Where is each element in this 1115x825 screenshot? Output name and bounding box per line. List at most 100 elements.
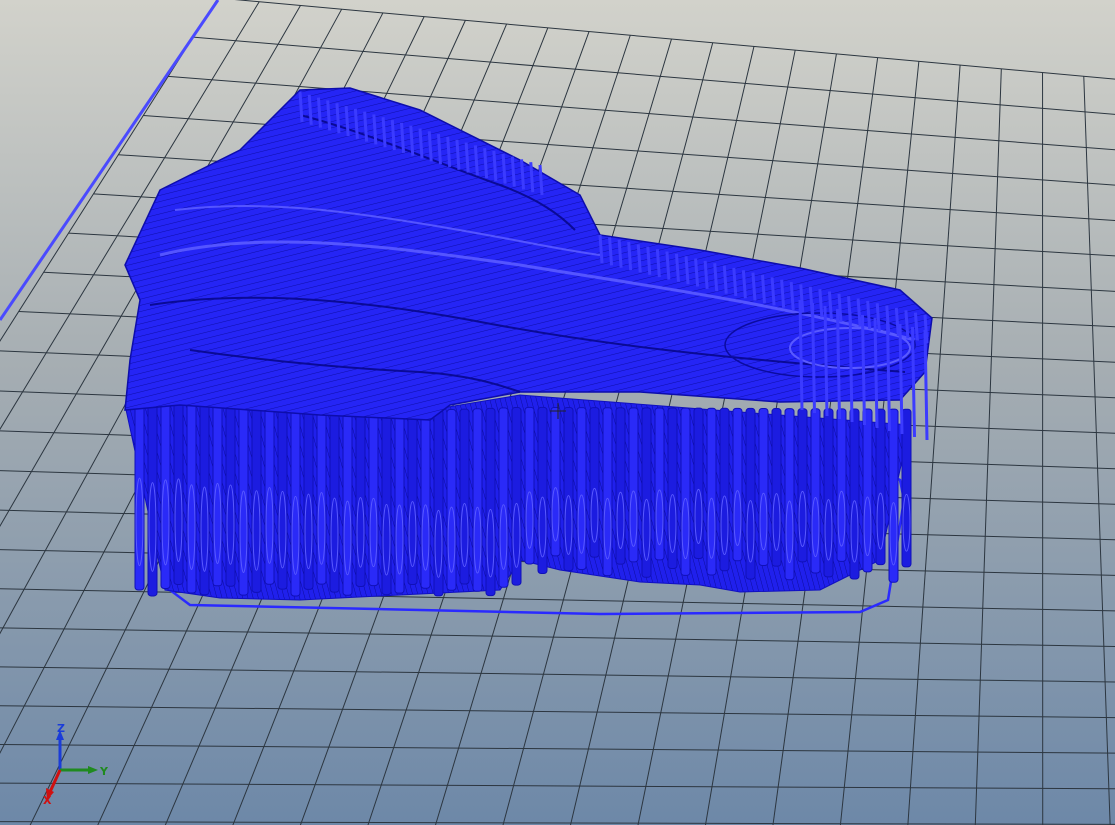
toolpath-rib (602, 407, 613, 577)
y-axis-label: Y (99, 765, 109, 778)
toolpath-rib (407, 403, 418, 586)
toolpath-fence-post (636, 244, 642, 273)
toolpath-fence-post (684, 256, 690, 285)
toolpath-fence-post (446, 136, 452, 168)
toolpath-fence-post (436, 134, 442, 165)
toolpath-fence-post (335, 103, 341, 134)
scene-canvas[interactable]: Z Y X (0, 0, 1115, 825)
toolpath-fence-post (598, 234, 604, 264)
toolpath-rib (680, 407, 691, 576)
toolpath-rib (667, 407, 678, 569)
toolpath-fence-post (427, 131, 433, 162)
toolpath-fence-post (363, 111, 369, 142)
toolpath-fence-post (811, 302, 816, 414)
toolpath-fence-post (400, 122, 406, 153)
toolpath-fence-post (818, 289, 824, 318)
toolpath-fence-post (538, 164, 544, 196)
toolpath-rib (420, 406, 431, 589)
toolpath-fence-post (665, 251, 671, 280)
toolpath-fence-post (722, 265, 728, 294)
toolpath-fence-post (529, 162, 535, 193)
toolpath-fence-post (344, 105, 350, 137)
toolpath-fence-post (617, 239, 623, 268)
toolpath-fence-post (911, 326, 916, 438)
toolpath-fence-post (713, 263, 719, 292)
toolpath-fence-post (608, 237, 614, 266)
toolpath-fence-post (798, 299, 804, 411)
toolpath-fence-post (326, 100, 332, 131)
toolpath-fence-post (464, 142, 470, 173)
toolpath-fence-post (381, 117, 387, 148)
toolpath-rib (823, 408, 834, 578)
toolpath-rib (459, 408, 470, 585)
toolpath-fence-post (655, 249, 661, 278)
toolpath-fence-post (904, 310, 910, 339)
toolpath-fence-post (483, 148, 489, 179)
x-axis-label: X (43, 794, 52, 807)
z-axis-label: Z (57, 722, 65, 735)
toolpath-fence-post (923, 329, 929, 441)
toolpath-rib (719, 407, 730, 572)
toolpath-rib (498, 407, 509, 588)
toolpath-rib (771, 408, 782, 567)
toolpath-fence-post (316, 97, 322, 128)
toolpath-rib (862, 408, 873, 573)
toolpath-rib (758, 407, 769, 566)
toolpath-fence-post (873, 317, 879, 429)
toolpath-fence-post (770, 277, 776, 306)
toolpath-fence-post (875, 303, 881, 332)
toolpath-rib (524, 406, 535, 565)
toolpath-fence-post (298, 91, 304, 123)
toolpath-fence-post (856, 298, 862, 327)
toolpath-fence-post (501, 153, 507, 184)
3d-viewport[interactable]: Z Y X (0, 0, 1115, 825)
toolpath-fence-post (353, 108, 359, 139)
toolpath-rib (433, 409, 444, 597)
toolpath-fence-post (418, 128, 424, 159)
toolpath-rib (485, 407, 496, 597)
toolpath-fence-post (751, 272, 757, 301)
toolpath-rib (888, 408, 899, 583)
toolpath-fence-post (627, 241, 633, 271)
toolpath-rib (381, 398, 392, 596)
toolpath-fence-post (894, 307, 900, 337)
toolpath-fence-post (866, 300, 872, 329)
toolpath-rib (641, 407, 652, 578)
toolpath-rib (329, 387, 340, 593)
toolpath-fence-post (390, 119, 396, 151)
toolpath-rib (745, 407, 756, 580)
toolpath-rib (563, 407, 574, 572)
toolpath-fence-post (861, 314, 866, 426)
toolpath-rib (810, 408, 821, 574)
toolpath-rib (368, 395, 379, 587)
toolpath-fence-post (913, 312, 919, 341)
toolpath-rib (875, 408, 886, 566)
toolpath-rib (342, 390, 353, 596)
toolpath-fence-post (741, 270, 747, 299)
toolpath-fence-post (694, 258, 700, 287)
toolpath-fence-post (848, 311, 854, 423)
toolpath-rib (446, 408, 457, 591)
toolpath-fence-post (409, 125, 415, 156)
toolpath-rib (706, 407, 717, 576)
toolpath-rib (784, 408, 795, 581)
toolpath-fence-post (473, 145, 479, 176)
toolpath-rib (537, 406, 548, 575)
toolpath-fence-post (886, 320, 891, 432)
toolpath-fence-post (674, 253, 680, 282)
toolpath-fence-post (761, 274, 766, 304)
toolpath-fence-post (510, 156, 516, 187)
toolpath-fence-post (789, 281, 795, 311)
toolpath-fence-post (732, 267, 738, 297)
toolpath-fence-post (827, 291, 833, 320)
toolpath-fence-post (455, 139, 461, 170)
toolpath-fence-post (780, 279, 786, 308)
toolpath-rib (511, 407, 522, 586)
toolpath-rib (472, 408, 483, 592)
toolpath-rib (576, 407, 587, 570)
toolpath-rib (355, 392, 366, 587)
toolpath-rib (615, 407, 626, 565)
toolpath-fence-post (520, 159, 526, 190)
toolpath-fence-post (823, 305, 829, 417)
toolpath-fence-post (307, 94, 313, 125)
